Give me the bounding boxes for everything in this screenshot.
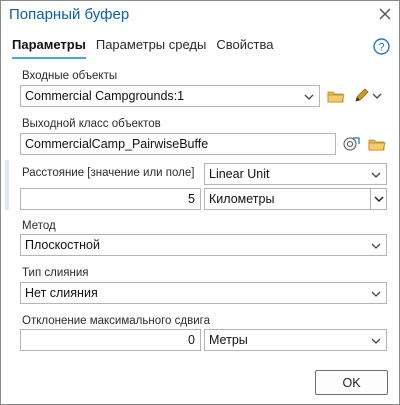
svg-text:?: ?	[378, 42, 384, 54]
distance-label: Расстояние [значение или поле]	[22, 167, 195, 179]
tab-properties[interactable]: Свойства	[216, 37, 273, 59]
chevron-down-icon	[371, 172, 381, 178]
deviation-unit-value: Метры	[209, 333, 248, 347]
folder-icon	[368, 139, 386, 150]
method-label: Метод	[22, 220, 56, 232]
tab-parameters[interactable]: Параметры	[12, 37, 86, 59]
dissolve-value: Нет слияния	[25, 286, 98, 300]
distance-type-value: Linear Unit	[209, 167, 270, 181]
required-parameter-marker	[5, 160, 9, 210]
distance-unit-value: Километры	[209, 192, 275, 206]
deviation-value: 0	[188, 333, 195, 347]
output-class-label: Выходной класс объектов	[22, 118, 161, 130]
method-select[interactable]: Плоскостной	[20, 234, 387, 256]
deviation-label: Отклонение максимального сдвига	[22, 315, 210, 327]
folder-icon	[327, 91, 345, 102]
feature-class-options-button[interactable]	[341, 134, 361, 154]
input-features-label: Входные объекты	[22, 70, 118, 82]
deviation-value-input[interactable]: 0	[20, 329, 201, 351]
ok-button[interactable]: OK	[315, 370, 388, 395]
window-title: Попарный буфер	[9, 6, 130, 23]
output-class-value: CommercialCamp_PairwiseBuffe	[25, 137, 209, 151]
browse-output-button[interactable]	[367, 134, 387, 154]
edit-features-button[interactable]	[353, 86, 383, 106]
feature-class-options-icon	[343, 137, 360, 151]
deviation-unit-select[interactable]: Метры	[204, 329, 387, 351]
distance-value-input[interactable]: 5	[20, 188, 201, 210]
distance-value: 5	[188, 192, 195, 206]
chevron-down-icon	[304, 94, 314, 100]
dialog-window: Попарный буфер Параметры Параметры среды…	[0, 0, 400, 405]
input-features-value: Commercial Campgrounds:1	[25, 89, 185, 103]
method-value: Плоскостной	[25, 238, 100, 252]
chevron-down-icon	[371, 338, 381, 344]
help-icon[interactable]: ?	[373, 38, 390, 55]
chevron-down-icon	[373, 196, 384, 203]
chevron-down-icon	[371, 291, 381, 297]
tab-environments[interactable]: Параметры среды	[96, 37, 207, 59]
tab-bar: Параметры Параметры среды Свойства	[12, 37, 273, 59]
output-class-input[interactable]: CommercialCamp_PairwiseBuffe	[20, 133, 336, 155]
input-features-select[interactable]: Commercial Campgrounds:1	[20, 85, 320, 107]
dissolve-label: Тип слияния	[22, 267, 89, 279]
chevron-down-icon	[371, 243, 381, 249]
distance-unit-dropdown-button[interactable]	[370, 189, 386, 209]
dissolve-select[interactable]: Нет слияния	[20, 282, 387, 304]
browse-folder-button[interactable]	[326, 86, 346, 106]
distance-type-select[interactable]: Linear Unit	[204, 163, 387, 185]
pencil-icon	[355, 88, 382, 102]
close-icon[interactable]	[376, 5, 394, 23]
distance-unit-select[interactable]: Километры	[204, 188, 387, 210]
